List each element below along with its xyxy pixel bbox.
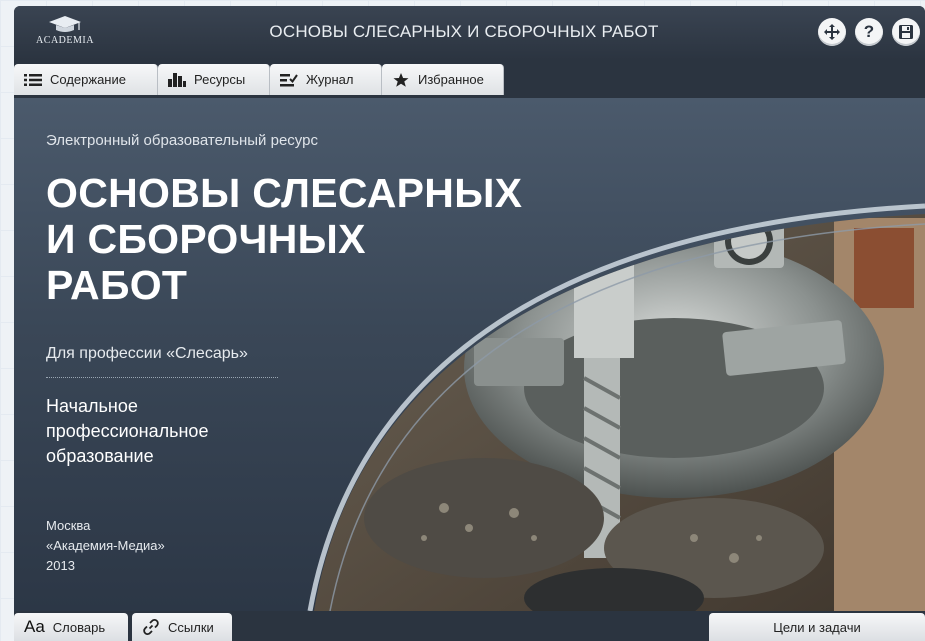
- fullscreen-icon: [824, 24, 840, 40]
- tab-favorites-label: Избранное: [418, 72, 484, 87]
- tab-resources[interactable]: Ресурсы: [158, 64, 270, 95]
- cover-title-line: ОСНОВЫ СЛЕСАРНЫХ: [46, 170, 523, 216]
- tab-contents[interactable]: Содержание: [14, 64, 158, 95]
- education-level-line: профессиональное: [46, 421, 209, 441]
- cover-title-line: РАБОТ: [46, 262, 188, 308]
- academia-logo: ACADEMIA: [26, 14, 104, 54]
- list-icon: [24, 73, 42, 86]
- resource-type: Электронный образовательный ресурс: [46, 132, 318, 149]
- cover-page: Электронный образовательный ресурс ОСНОВ…: [14, 98, 925, 611]
- title-bar: ACADEMIA ОСНОВЫ СЛЕСАРНЫХ И СБОРОЧНЫХ РА…: [14, 6, 925, 60]
- footer-bar: Aa Словарь Ссылки Цели и задачи: [14, 611, 925, 641]
- help-label: ?: [863, 22, 875, 41]
- link-icon: [143, 619, 159, 635]
- education-level-line: образование: [46, 446, 154, 466]
- tab-journal[interactable]: Журнал: [270, 64, 382, 95]
- publisher-imprint: Москва «Академия-Медиа» 2013: [46, 516, 165, 576]
- tab-contents-label: Содержание: [50, 72, 126, 87]
- tab-bar: Содержание Ресурсы Журнал Избранное: [14, 64, 925, 98]
- checklist-icon: [280, 73, 298, 86]
- tab-resources-label: Ресурсы: [194, 72, 246, 87]
- dotted-divider: [46, 377, 278, 378]
- links-button[interactable]: Ссылки: [132, 613, 232, 641]
- links-label: Ссылки: [168, 619, 214, 635]
- logo-text: ACADEMIA: [36, 35, 94, 46]
- imprint-year: 2013: [46, 558, 75, 573]
- glossary-label: Словарь: [52, 619, 106, 635]
- graduation-cap-icon: [49, 16, 81, 32]
- app-title: ОСНОВЫ СЛЕСАРНЫХ И СБОРОЧНЫХ РАБОТ: [269, 22, 659, 41]
- star-icon: [393, 72, 409, 87]
- glossary-icon: Aa: [24, 617, 45, 636]
- app-window: ACADEMIA ОСНОВЫ СЛЕСАРНЫХ И СБОРОЧНЫХ РА…: [14, 6, 925, 641]
- cover-title-line: И СБОРОЧНЫХ: [46, 216, 366, 262]
- education-level: Начальное профессиональное образование: [46, 394, 276, 469]
- imprint-publisher: «Академия-Медиа»: [46, 538, 165, 553]
- tab-journal-label: Журнал: [306, 72, 354, 87]
- floppy-disk-icon: [899, 25, 913, 39]
- imprint-city: Москва: [46, 518, 91, 533]
- tab-favorites[interactable]: Избранное: [382, 64, 504, 95]
- help-button[interactable]: ?: [855, 18, 883, 46]
- profession-line: Для профессии «Слесарь»: [46, 345, 248, 362]
- save-button[interactable]: [892, 18, 920, 46]
- cover-title: ОСНОВЫ СЛЕСАРНЫХ И СБОРОЧНЫХ РАБОТ: [46, 170, 616, 308]
- goals-label: Цели и задачи: [773, 619, 861, 635]
- goals-button[interactable]: Цели и задачи: [709, 613, 925, 641]
- fullscreen-button[interactable]: [818, 18, 846, 46]
- glossary-button[interactable]: Aa Словарь: [14, 613, 128, 641]
- bar-chart-icon: [168, 72, 186, 87]
- education-level-line: Начальное: [46, 396, 138, 416]
